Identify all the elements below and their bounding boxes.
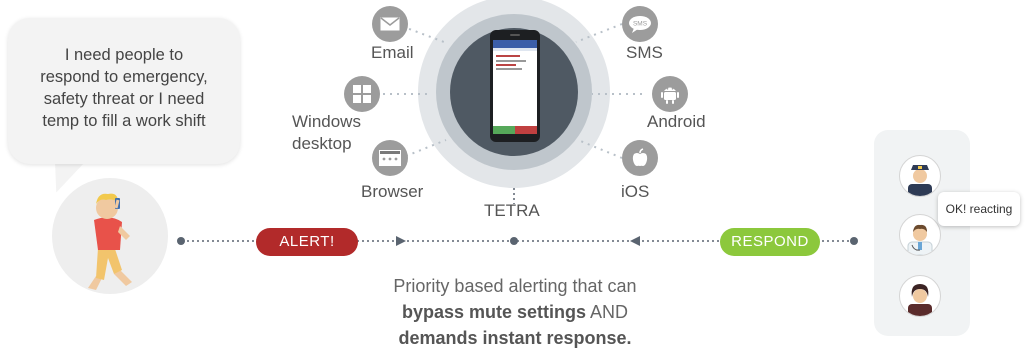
android-label: Android [647, 112, 706, 131]
speech-bubble-text: I need people to respond to emergency, s… [8, 44, 240, 132]
speech-line-2: respond to emergency, [40, 68, 208, 86]
respond-pill: RESPOND [720, 228, 820, 256]
windows-label-line-2: desktop [292, 134, 352, 153]
worker-avatar [899, 275, 941, 317]
flow-arrow-left-icon [630, 236, 640, 246]
sms-bubble-icon: SMS [622, 6, 658, 42]
browser-label: Browser [361, 182, 424, 201]
sms-glyph-text: SMS [633, 21, 648, 28]
reply-bubble: OK! reacting [938, 192, 1020, 226]
person-on-phone-icon [88, 193, 132, 290]
windows-label-line-1: Windows [292, 112, 361, 131]
caption-line-2-rest: AND [586, 302, 629, 322]
doctor-avatar [899, 214, 941, 256]
email-label: Email [371, 43, 414, 62]
requester-avatar [52, 178, 168, 294]
tetra-label: TETRA [484, 201, 540, 220]
worker-icon [908, 284, 932, 316]
ios-label: iOS [621, 182, 650, 201]
windows-icon [344, 76, 380, 112]
speech-line-1: I need people to [64, 46, 184, 64]
flow-end-dot [850, 237, 858, 245]
apple-icon [622, 140, 658, 176]
caption-line-3: demands instant response. [330, 325, 700, 351]
caption-line-1: Priority based alerting that can [393, 276, 637, 296]
police-officer-avatar [899, 155, 941, 197]
android-icon [652, 76, 688, 112]
caption-bold-1: bypass mute settings [401, 302, 587, 322]
flow-arrow-right-icon [396, 236, 406, 246]
speech-line-4: temp to fill a work shift [42, 112, 206, 130]
flow-start-dot [177, 237, 185, 245]
alert-pill: ALERT! [256, 228, 358, 256]
flow-center-dot [510, 237, 518, 245]
caption-bold-2: demands instant response. [398, 328, 632, 348]
police-officer-icon [908, 165, 932, 196]
caption: Priority based alerting that can bypass … [330, 273, 700, 351]
speech-line-3: safety threat or I need [43, 90, 205, 108]
browser-icon [372, 140, 408, 176]
sms-label: SMS [626, 43, 663, 62]
email-icon [372, 6, 408, 42]
caption-line-2: bypass mute settings AND [330, 299, 700, 325]
doctor-icon [907, 224, 933, 255]
